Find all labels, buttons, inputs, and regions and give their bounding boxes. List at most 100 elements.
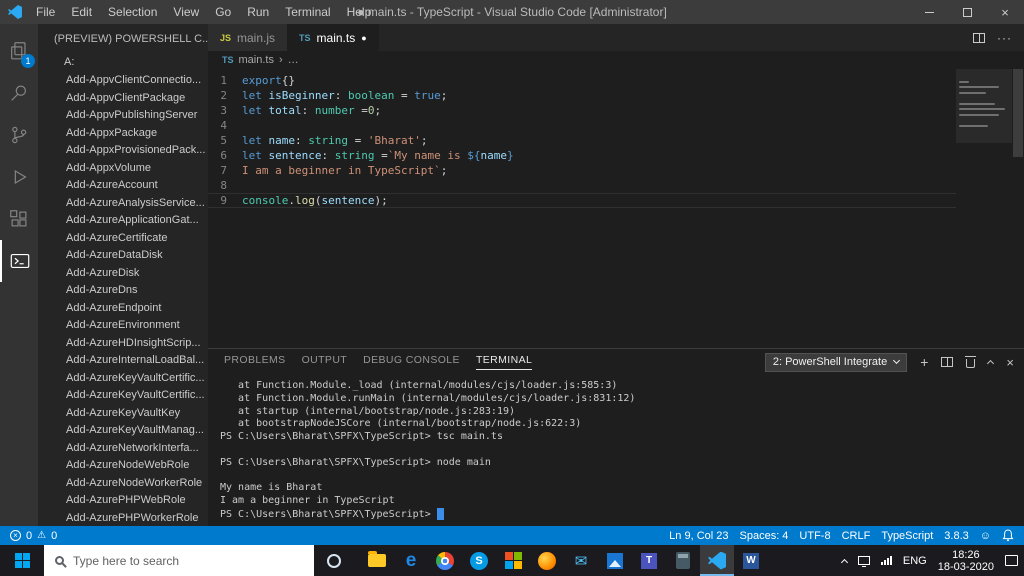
eol-sequence[interactable]: CRLF	[842, 530, 871, 542]
split-editor-icon[interactable]	[973, 32, 985, 43]
command-list-item[interactable]: Add-AzureNetworkInterfa...	[38, 440, 208, 458]
panel-tab-output[interactable]: OUTPUT	[302, 354, 348, 370]
taskbar-word-icon[interactable]: W	[734, 545, 768, 576]
close-panel-icon[interactable]: ×	[1006, 356, 1014, 369]
command-list-item[interactable]: Add-AzureDns	[38, 282, 208, 300]
menu-view[interactable]: View	[165, 0, 207, 24]
command-list-item[interactable]: Add-AzurePHPWebRole	[38, 492, 208, 510]
command-list-item[interactable]: Add-AzureDataDisk	[38, 247, 208, 265]
minimap[interactable]	[956, 69, 1012, 348]
tab-main-ts[interactable]: TS main.ts ●	[287, 24, 379, 51]
code-line[interactable]: 1 export{}	[208, 73, 956, 88]
taskbar-file-explorer-icon[interactable]	[360, 545, 394, 576]
minimize-button[interactable]	[910, 0, 948, 24]
taskbar-vscode-icon[interactable]	[700, 545, 734, 576]
action-center-icon[interactable]	[1005, 555, 1018, 566]
command-list-item[interactable]: Add-AppvClientPackage	[38, 90, 208, 108]
command-list-item[interactable]: Add-AzureNodeWorkerRole	[38, 475, 208, 493]
code-line[interactable]: 9 console.log(sentence);	[208, 193, 956, 208]
command-list-item[interactable]: Add-AzureKeyVaultCertific...	[38, 370, 208, 388]
command-list-item[interactable]: Add-AzureKeyVaultKey	[38, 405, 208, 423]
taskbar-store-icon[interactable]	[496, 545, 530, 576]
signal-icon[interactable]	[880, 556, 892, 565]
network-icon[interactable]	[857, 556, 870, 567]
indentation[interactable]: Spaces: 4	[740, 530, 789, 542]
taskbar-chrome-icon[interactable]	[428, 545, 462, 576]
editor-scrollbar[interactable]	[1012, 69, 1024, 348]
problems-status[interactable]: × 0 ⚠ 0	[10, 530, 57, 542]
new-terminal-icon[interactable]: +	[920, 355, 928, 369]
activity-run-debug-icon[interactable]	[0, 156, 38, 198]
terminal-cursor[interactable]	[436, 507, 444, 520]
taskbar-search[interactable]	[44, 545, 314, 576]
code-line[interactable]: 2 let isBeginner: boolean = true;	[208, 88, 956, 103]
code-line[interactable]: 7I am a beginner in TypeScript`;	[208, 163, 956, 178]
breadcrumb[interactable]: TS main.ts › …	[208, 51, 1024, 69]
breadcrumb-file[interactable]: main.ts	[239, 54, 274, 66]
command-list-item[interactable]: Add-AzureHDInsightScrip...	[38, 335, 208, 353]
activity-explorer-icon[interactable]: 1	[0, 30, 38, 72]
command-list-item[interactable]: Add-AzureDisk	[38, 265, 208, 283]
command-list-item[interactable]: Add-AzureInternalLoadBal...	[38, 352, 208, 370]
menu-go[interactable]: Go	[207, 0, 239, 24]
close-button[interactable]: ×	[986, 0, 1024, 24]
taskbar-mail-icon[interactable]: ✉	[564, 545, 598, 576]
menu-file[interactable]: File	[28, 0, 63, 24]
code-line[interactable]: 4	[208, 118, 956, 133]
command-list-item[interactable]: Add-AzureApplicationGat...	[38, 212, 208, 230]
code-line[interactable]: 8	[208, 178, 956, 193]
panel-tab-problems[interactable]: PROBLEMS	[224, 354, 286, 370]
language-mode[interactable]: TypeScript	[881, 530, 933, 542]
menu-run[interactable]: Run	[239, 0, 277, 24]
panel-tab-terminal[interactable]: TERMINAL	[475, 354, 533, 370]
typescript-version[interactable]: 3.8.3	[944, 530, 968, 542]
command-list-item[interactable]: Add-AppvPublishingServer	[38, 107, 208, 125]
taskbar-teams-icon[interactable]: T	[632, 545, 666, 576]
menu-selection[interactable]: Selection	[100, 0, 165, 24]
input-language[interactable]: ENG	[903, 555, 927, 567]
command-list-item[interactable]: Add-AzureEndpoint	[38, 300, 208, 318]
taskbar-firefox-icon[interactable]	[530, 545, 564, 576]
code-line[interactable]: 5 let name: string = 'Bharat';	[208, 133, 956, 148]
command-list-item[interactable]: Add-AzureKeyVaultManag...	[38, 422, 208, 440]
command-list-item[interactable]: Add-AppxPackage	[38, 125, 208, 143]
code-line[interactable]: 6 let sentence: string =`My name is ${nam…	[208, 148, 956, 163]
clock[interactable]: 18:26 18-03-2020	[938, 549, 994, 573]
command-list-item[interactable]: Add-AzureKeyVaultCertific...	[38, 387, 208, 405]
terminal-output[interactable]: at Function.Module._load (internal/modul…	[208, 375, 1024, 526]
panel-tab-debug-console[interactable]: DEBUG CONSOLE	[363, 354, 460, 370]
scrollbar-thumb[interactable]	[1013, 69, 1023, 157]
feedback-smiley-icon[interactable]: ☺	[980, 530, 991, 542]
command-list-item[interactable]: Add-AzureAccount	[38, 177, 208, 195]
command-list-item[interactable]: Add-AzureAnalysisService...	[38, 195, 208, 213]
taskbar-edge-icon[interactable]: e	[394, 545, 428, 576]
activity-source-control-icon[interactable]	[0, 114, 38, 156]
more-actions-icon[interactable]: ···	[997, 31, 1012, 45]
minimap-slider[interactable]	[956, 69, 1012, 143]
terminal-selector-dropdown[interactable]: 2: PowerShell Integrate	[764, 352, 908, 372]
activity-powershell-icon[interactable]	[0, 240, 38, 282]
code-editor[interactable]: 1 export{} 2 let isBeginner: boolean = true…	[208, 69, 1024, 348]
maximize-button[interactable]	[948, 0, 986, 24]
maximize-panel-icon[interactable]	[987, 359, 995, 368]
command-list-item[interactable]: Add-AzurePHPWorkerRole	[38, 510, 208, 527]
kill-terminal-icon[interactable]	[965, 356, 977, 368]
menu-terminal[interactable]: Terminal	[277, 0, 338, 24]
encoding[interactable]: UTF-8	[799, 530, 830, 542]
bell-icon[interactable]	[1002, 529, 1014, 542]
command-list-item[interactable]: Add-AppvClientConnectio...	[38, 72, 208, 90]
split-terminal-icon[interactable]	[941, 357, 954, 367]
unsaved-dot-icon[interactable]: ●	[361, 33, 366, 43]
code-line[interactable]: 3 let total: number =0;	[208, 103, 956, 118]
command-list-item[interactable]: Add-AppxProvisionedPack...	[38, 142, 208, 160]
taskbar-skype-icon[interactable]: S	[462, 545, 496, 576]
tab-main-js[interactable]: JS main.js	[208, 24, 288, 51]
start-button[interactable]	[0, 545, 44, 576]
command-list-item[interactable]: Add-AzureCertificate	[38, 230, 208, 248]
tray-expand-icon[interactable]	[840, 558, 848, 566]
cortana-button[interactable]	[314, 545, 354, 576]
cursor-position[interactable]: Ln 9, Col 23	[669, 530, 728, 542]
activity-search-icon[interactable]	[0, 72, 38, 114]
code-area[interactable]: 1 export{} 2 let isBeginner: boolean = true…	[208, 69, 956, 348]
command-list-item[interactable]: Add-AzureNodeWebRole	[38, 457, 208, 475]
